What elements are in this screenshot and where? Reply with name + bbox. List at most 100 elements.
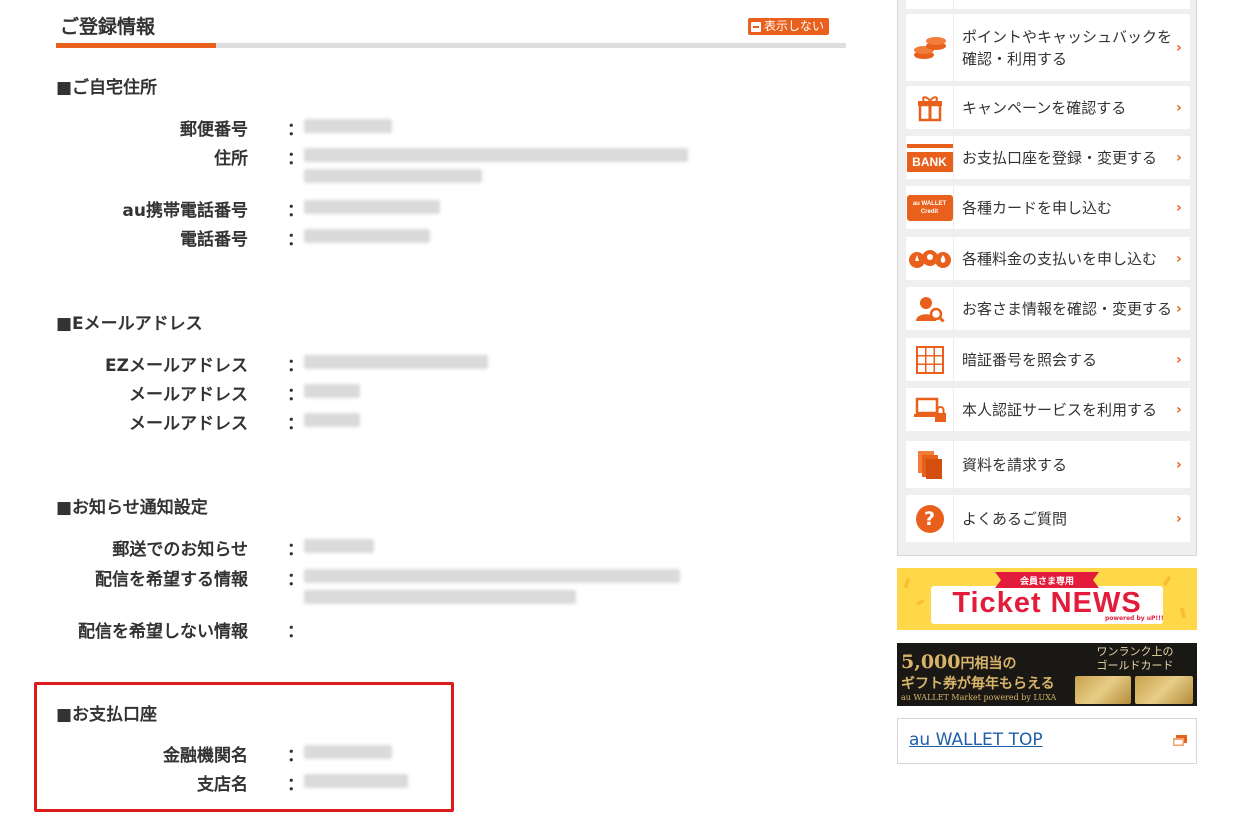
sidebar-item-clipped <box>906 0 1190 9</box>
sidebar-item-campaign[interactable]: キャンペーンを確認する › <box>906 86 1190 129</box>
chevron-right-icon: › <box>1176 99 1182 116</box>
gold-unit: 円相当の <box>960 656 1017 672</box>
payment-account-highlight <box>34 682 454 812</box>
sidebar-item-label: ポイントやキャッシュバックを確認・利用する <box>962 27 1173 68</box>
ticket-sub: powered by uP!!! <box>1105 615 1164 622</box>
sidebar-item-pin[interactable]: 暗証番号を照会する › <box>906 338 1190 381</box>
colon: ： <box>287 570 304 590</box>
chevron-right-icon: › <box>1176 510 1182 527</box>
sidebar-item-faq[interactable]: ? よくあるご質問 › <box>906 495 1190 542</box>
colon: ： <box>287 149 304 169</box>
sidebar-item-points[interactable]: ポイントやキャッシュバックを確認・利用する › <box>906 14 1190 81</box>
gold-card-image <box>1075 676 1131 704</box>
sidebar-item-label: 本人認証サービスを利用する <box>962 400 1158 419</box>
phone-value-redacted <box>304 229 430 243</box>
postal-notice-value-redacted <box>304 539 374 553</box>
address-value-redacted-line2 <box>304 169 482 183</box>
sidebar-item-bank-account[interactable]: BANK お支払口座を登録・変更する › <box>906 136 1190 179</box>
chevron-right-icon: › <box>1176 250 1182 267</box>
documents-icon <box>906 441 954 488</box>
label-wanted-info: 配信を希望する情報 <box>95 570 248 590</box>
sidebar-menu: ポイントやキャッシュバックを確認・利用する › キャンペーンを確認する › BA… <box>897 0 1197 556</box>
gold-right2: ゴールドカード <box>1096 659 1174 672</box>
hide-toggle-button[interactable]: 表示しない <box>748 18 830 35</box>
section-title-notification: ■お知らせ通知設定 <box>56 498 208 518</box>
chevron-right-icon: › <box>1176 300 1182 317</box>
sidebar-item-utilities[interactable]: 各種料金の支払いを申し込む › <box>906 237 1190 280</box>
sidebar-item-label: キャンペーンを確認する <box>962 98 1127 117</box>
sidebar-item-label: お客さま情報を確認・変更する <box>962 299 1173 318</box>
sidebar-item-label: 各種カードを申し込む <box>962 198 1113 217</box>
chevron-right-icon: › <box>1176 149 1182 166</box>
label-phone: 電話番号 <box>180 230 248 250</box>
au-mobile-value-redacted <box>304 200 440 214</box>
gift-icon <box>906 86 954 129</box>
chevron-right-icon: › <box>1176 351 1182 368</box>
page-header: ご登録情報 表示しない <box>56 10 846 50</box>
sidebar-item-customer-info[interactable]: お客さま情報を確認・変更する › <box>906 287 1190 330</box>
hide-toggle-label: 表示しない <box>764 19 825 33</box>
header-divider-accent <box>56 43 216 48</box>
colon: ： <box>287 230 304 250</box>
laptop-lock-icon <box>906 388 954 431</box>
postal-code-value-redacted <box>304 119 392 133</box>
user-search-icon <box>906 287 954 330</box>
colon: ： <box>287 622 304 642</box>
label-postal-code: 郵便番号 <box>180 120 248 140</box>
sidebar-item-label: 各種料金の支払いを申し込む <box>962 249 1158 268</box>
sidebar-item-label: 資料を請求する <box>962 455 1068 474</box>
label-mail-1: メールアドレス <box>129 385 248 405</box>
wanted-info-value-redacted <box>304 569 680 583</box>
chevron-right-icon: › <box>1176 456 1182 473</box>
sidebar-item-documents[interactable]: 資料を請求する › <box>906 441 1190 488</box>
question-icon-text: ? <box>915 504 944 533</box>
sidebar-item-authentication[interactable]: 本人認証サービスを利用する › <box>906 388 1190 431</box>
gold-card-banner[interactable]: 5,000円相当の ギフト券が毎年もらえる au WALLET Market p… <box>897 643 1197 706</box>
label-au-mobile: au携帯電話番号 <box>122 201 248 221</box>
sidebar-item-label: お支払口座を登録・変更する <box>962 148 1158 167</box>
gold-amount: 5,000 <box>901 651 961 673</box>
au-wallet-top-link[interactable]: au WALLET TOP <box>897 718 1197 764</box>
keypad-icon <box>906 338 954 381</box>
gold-headline: 5,000円相当の <box>901 651 1017 675</box>
bank-icon: BANK <box>906 136 954 179</box>
label-postal-notice: 郵送でのお知らせ <box>112 540 248 560</box>
chevron-right-icon: › <box>1176 401 1182 418</box>
gold-right-text: ワンランク上の ゴールドカード <box>1077 645 1193 673</box>
colon: ： <box>287 540 304 560</box>
colon: ： <box>287 414 304 434</box>
au-wallet-top-label: au WALLET TOP <box>909 730 1043 750</box>
colon: ： <box>287 356 304 376</box>
sidebar-item-label: よくあるご質問 <box>962 509 1068 528</box>
utilities-icon <box>906 237 954 280</box>
colon: ： <box>287 120 304 140</box>
card-icon-text: au WALLET Credit <box>906 194 953 221</box>
gold-right1: ワンランク上の <box>1096 645 1174 658</box>
external-window-icon <box>1173 735 1187 746</box>
label-ez-mail: EZメールアドレス <box>105 356 248 376</box>
ticket-news-banner[interactable]: 会員さま専用 Ticket NEWS powered by uP!!! <box>897 568 1197 630</box>
colon: ： <box>287 385 304 405</box>
chevron-right-icon: › <box>1176 199 1182 216</box>
chevron-right-icon: › <box>1176 39 1182 56</box>
colon: ： <box>287 201 304 221</box>
gold-line2: ギフト券が毎年もらえる <box>901 676 1055 692</box>
ez-mail-value-redacted <box>304 355 488 369</box>
menu-icon-cell <box>906 0 954 9</box>
sidebar-item-cards[interactable]: au WALLET Credit 各種カードを申し込む › <box>906 186 1190 229</box>
minus-icon <box>751 21 761 32</box>
label-unwanted-info: 配信を希望しない情報 <box>78 622 248 642</box>
mail-1-value-redacted <box>304 384 360 398</box>
bank-icon-text: BANK <box>906 151 953 172</box>
label-address: 住所 <box>214 149 248 169</box>
gold-footer: au WALLET Market powered by LUXA <box>901 693 1057 702</box>
address-value-redacted <box>304 148 688 162</box>
credit-card-icon: au WALLET Credit <box>906 186 954 229</box>
page-title: ご登録情報 <box>60 16 156 38</box>
wanted-info-value-redacted-line2 <box>304 590 576 604</box>
label-mail-2: メールアドレス <box>129 414 248 434</box>
mail-2-value-redacted <box>304 413 360 427</box>
section-title-home-address: ■ご自宅住所 <box>56 78 158 98</box>
gold-card-image <box>1135 676 1193 704</box>
question-icon: ? <box>906 495 954 542</box>
